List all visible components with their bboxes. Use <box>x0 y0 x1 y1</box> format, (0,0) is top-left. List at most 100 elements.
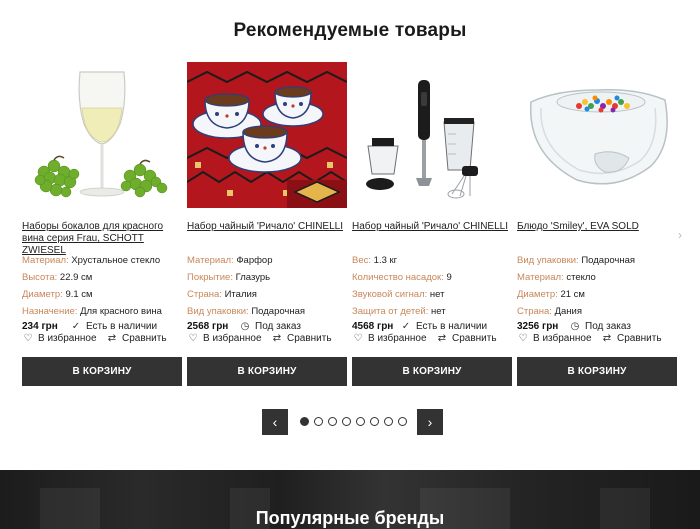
product-card: Набор чайный 'Ричало' CHINELLI Материал:… <box>187 62 347 387</box>
spec-value: 1.3 кг <box>373 255 398 266</box>
add-to-cart-button[interactable]: В корзину <box>352 357 512 386</box>
stock-label: Есть в наличии <box>416 321 488 332</box>
product-title-link[interactable]: Набор чайный 'Ричало' CHINELLI <box>352 221 512 233</box>
product-price: 234 грн <box>22 321 58 332</box>
spec-row: Страна: Италия <box>187 289 352 306</box>
carousel-edge-next-icon[interactable]: › <box>678 228 682 242</box>
add-to-favorites-link[interactable]: ♡ В избранное <box>517 333 592 344</box>
spec-key: Материал: <box>22 255 69 266</box>
product-title-link[interactable]: Наборы бокалов для красного вина серия F… <box>22 221 182 257</box>
compare-icon: ⇄ <box>437 333 447 344</box>
spec-row: Высота: 22.9 см <box>22 272 187 289</box>
spec-value: Италия <box>224 289 257 300</box>
spec-row: Материал: Фарфор <box>187 255 352 272</box>
spec-value: 9.1 см <box>65 289 93 300</box>
favorites-label: В избранное <box>203 333 262 344</box>
compare-icon: ⇄ <box>272 333 282 344</box>
spec-key: Материал: <box>187 255 234 266</box>
favorites-label: В избранное <box>533 333 592 344</box>
spec-key: Страна: <box>517 306 552 317</box>
spec-row: Покрытие: Глазурь <box>187 272 352 289</box>
product-specs: Материал: Хрустальное стекло Высота: 22.… <box>22 255 187 323</box>
actions-row: ♡ В избранное ⇄ Сравнить <box>517 333 682 346</box>
spec-row: Материал: стекло <box>517 272 682 289</box>
product-title-link[interactable]: Блюдо 'Smiley', EVA SOLD <box>517 221 677 233</box>
stock-status: ✓ Есть в наличии <box>70 321 157 332</box>
compare-label: Сравнить <box>617 333 662 344</box>
heart-icon: ♡ <box>353 333 363 344</box>
spec-row: Звуковой сигнал: нет <box>352 289 517 306</box>
add-to-favorites-link[interactable]: ♡ В избранное <box>187 333 262 344</box>
product-image-tea-set[interactable] <box>187 62 347 208</box>
spec-value: Подарочная <box>251 306 306 317</box>
product-image-bowl[interactable] <box>517 62 677 208</box>
carousel-dot[interactable] <box>356 417 365 426</box>
add-to-cart-button[interactable]: В корзину <box>517 357 677 386</box>
stock-status: ◷ Под заказ <box>569 321 631 332</box>
spec-row: Вид упаковки: Подарочная <box>517 255 682 272</box>
brands-title: Популярные бренды <box>255 508 445 528</box>
compare-link[interactable]: ⇄ Сравнить <box>271 333 332 344</box>
chevron-right-icon[interactable]: › <box>417 409 443 435</box>
spec-value: стекло <box>566 272 596 283</box>
chevron-left-icon[interactable]: ‹ <box>262 409 288 435</box>
spec-row: Вес: 1.3 кг <box>352 255 517 272</box>
carousel-dot[interactable] <box>398 417 407 426</box>
carousel-dot[interactable] <box>342 417 351 426</box>
spec-key: Вид упаковки: <box>187 306 249 317</box>
add-to-cart-button[interactable]: В корзину <box>187 357 347 386</box>
spec-key: Количество насадок: <box>352 272 444 283</box>
compare-link[interactable]: ⇄ Сравнить <box>106 333 167 344</box>
product-title-link[interactable]: Набор чайный 'Ричало' CHINELLI <box>187 221 347 233</box>
spec-key: Вес: <box>352 255 372 266</box>
product-card: Набор чайный 'Ричало' CHINELLI Вес: 1.3 … <box>352 62 512 387</box>
clock-icon: ◷ <box>240 321 250 332</box>
check-icon: ✓ <box>401 321 411 332</box>
spec-key: Диаметр: <box>517 289 558 300</box>
product-image-wine-glass[interactable] <box>22 62 182 208</box>
carousel-dot[interactable] <box>328 417 337 426</box>
section-title: Рекомендуемые товары <box>233 20 467 41</box>
compare-label: Сравнить <box>287 333 332 344</box>
heart-icon: ♡ <box>188 333 198 344</box>
compare-link[interactable]: ⇄ Сравнить <box>436 333 497 344</box>
stock-label: Есть в наличии <box>86 321 158 332</box>
spec-row: Количество насадок: 9 <box>352 272 517 289</box>
spec-key: Страна: <box>187 289 222 300</box>
add-to-favorites-link[interactable]: ♡ В избранное <box>22 333 97 344</box>
spec-key: Защита от детей: <box>352 306 429 317</box>
heart-icon: ♡ <box>23 333 33 344</box>
carousel-dot[interactable] <box>300 417 309 426</box>
compare-icon: ⇄ <box>107 333 117 344</box>
check-icon: ✓ <box>71 321 81 332</box>
compare-link[interactable]: ⇄ Сравнить <box>601 333 662 344</box>
product-price: 2568 грн <box>187 321 229 332</box>
spec-key: Звуковой сигнал: <box>352 289 428 300</box>
clock-icon: ◷ <box>570 321 580 332</box>
product-image-blender[interactable] <box>352 62 512 208</box>
spec-value: 9 <box>446 272 452 283</box>
spec-value: нет <box>431 306 446 317</box>
spec-value: Подарочная <box>581 255 636 266</box>
add-to-cart-button[interactable]: В корзину <box>22 357 182 386</box>
spec-value: Фарфор <box>236 255 273 266</box>
spec-key: Покрытие: <box>187 272 233 283</box>
stock-status: ◷ Под заказ <box>239 321 301 332</box>
stock-status: ✓ Есть в наличии <box>400 321 487 332</box>
spec-value: 21 см <box>560 289 585 300</box>
favorites-label: В избранное <box>38 333 97 344</box>
carousel-dot[interactable] <box>384 417 393 426</box>
hand-blender-set-image <box>352 62 512 208</box>
compare-label: Сравнить <box>122 333 167 344</box>
carousel-dot[interactable] <box>370 417 379 426</box>
carousel-dot[interactable] <box>314 417 323 426</box>
actions-row: ♡ В избранное ⇄ Сравнить <box>22 333 187 346</box>
spec-key: Высота: <box>22 272 58 283</box>
spec-key: Диаметр: <box>22 289 63 300</box>
products-carousel: Наборы бокалов для красного вина серия F… <box>22 62 682 387</box>
compare-label: Сравнить <box>452 333 497 344</box>
add-to-favorites-link[interactable]: ♡ В избранное <box>352 333 427 344</box>
actions-row: ♡ В избранное ⇄ Сравнить <box>352 333 517 346</box>
wine-glass-grapes-image <box>22 62 182 208</box>
popular-brands-banner: Популярные бренды <box>0 470 700 529</box>
